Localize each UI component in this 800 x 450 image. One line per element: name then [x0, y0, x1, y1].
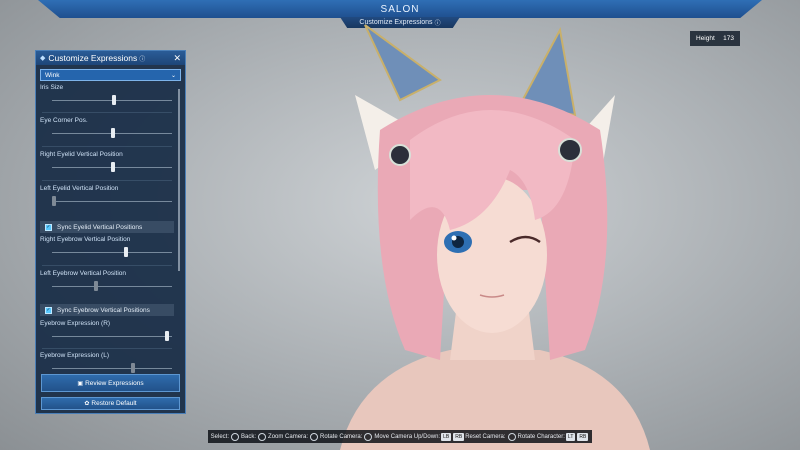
slider-track[interactable] [52, 252, 172, 253]
slider-right-eyebrow-vertical-position[interactable]: Right Eyebrow Vertical Position [40, 236, 178, 266]
controls-bar: Select: Back: Zoom Camera: Rotate Camera… [208, 430, 592, 443]
customize-panel: ◆ Customize Expressions ⓘ ✕ Wink ⌄ Iris … [35, 50, 186, 414]
slider-label: Right Eyebrow Vertical Position [40, 236, 131, 243]
hair-flower-right [558, 138, 582, 162]
slider-label: Eyebrow Expression (L) [40, 352, 109, 359]
expression-dropdown[interactable]: Wink ⌄ [40, 69, 181, 81]
control-zoom-label: Zoom Camera: [268, 433, 309, 440]
height-value: 173 [723, 35, 734, 42]
gem-icon: ◆ [40, 55, 46, 62]
slider-track[interactable] [52, 336, 172, 337]
divider [42, 180, 172, 181]
divider [42, 265, 172, 266]
slider-left-eyebrow-vertical-position[interactable]: Left Eyebrow Vertical Position [40, 270, 178, 300]
slider-thumb[interactable] [112, 95, 117, 105]
sync-eyelid-checkbox[interactable]: ✓ [45, 223, 52, 231]
trigger-key-icon: LB [441, 432, 452, 441]
screen-title: SALON [380, 3, 420, 15]
height-badge: Height 173 [690, 31, 740, 46]
review-expressions-button[interactable]: ▣ Review Expressions [41, 374, 180, 392]
right-stick-icon [310, 432, 319, 441]
character-preview[interactable] [330, 20, 660, 450]
button-b-icon [258, 432, 267, 441]
slider-thumb[interactable] [164, 331, 169, 341]
panel-header: ◆ Customize Expressions ⓘ ✕ [36, 51, 185, 65]
slider-label: Left Eyelid Vertical Position [40, 185, 119, 192]
slider-label: Left Eyebrow Vertical Position [40, 270, 126, 277]
divider [42, 348, 172, 349]
review-expressions-label: Review Expressions [85, 379, 144, 387]
slider-thumb[interactable] [111, 128, 116, 138]
slider-left-eyelid-vertical-position[interactable]: Left Eyelid Vertical Position [40, 185, 178, 215]
slider-iris-size[interactable]: Iris Size [40, 84, 178, 114]
sync-eyebrow-label: Sync Eyebrow Vertical Positions [57, 306, 150, 314]
review-icon: ▣ [77, 380, 84, 387]
slider-track[interactable] [52, 286, 172, 287]
right-stick-rotate-icon [364, 432, 373, 441]
slider-eye-corner-pos[interactable]: Eye Corner Pos. [40, 117, 178, 147]
slider-thumb[interactable] [52, 196, 56, 206]
slider-thumb[interactable] [130, 363, 135, 373]
chevron-down-icon: ⌄ [170, 72, 176, 79]
info-icon: ⓘ [139, 56, 146, 63]
panel-title: Customize Expressions [48, 53, 138, 63]
divider [42, 146, 172, 147]
top-banner: SALON [38, 0, 762, 18]
button-a-icon [231, 432, 240, 441]
slider-label: Eyebrow Expression (R) [40, 320, 111, 327]
right-stick-press-icon [507, 432, 516, 441]
sync-eyebrow-checkbox[interactable]: ✓ [45, 306, 52, 314]
slider-eyebrow-expression-r[interactable]: Eyebrow Expression (R) [40, 320, 178, 350]
sync-eyebrow-toggle[interactable]: ✓ Sync Eyebrow Vertical Positions [40, 304, 174, 316]
panel-scrollbar[interactable] [178, 89, 180, 271]
height-label: Height [696, 35, 715, 42]
trigger-key-icon: LT [565, 432, 576, 441]
trigger-key-icon: RB [577, 432, 589, 441]
expression-dropdown-value: Wink [45, 71, 60, 79]
control-rotate-label: Rotate Camera: [320, 433, 363, 440]
divider [42, 112, 172, 113]
slider-list[interactable]: Iris Size Eye Corner Pos. Right Eyelid V… [36, 84, 182, 418]
slider-label: Eye Corner Pos. [40, 117, 88, 124]
trigger-key-icon: RB [453, 432, 465, 441]
hair-flower-left [389, 144, 411, 166]
restore-default-label: Restore Default [91, 400, 137, 407]
slider-thumb[interactable] [111, 162, 116, 172]
control-rotate-char-label: Rotate Character: [517, 433, 565, 440]
control-back-label: Back: [241, 433, 257, 440]
slider-right-eyelid-vertical-position[interactable]: Right Eyelid Vertical Position [40, 151, 178, 181]
sync-eyelid-label: Sync Eyelid Vertical Positions [57, 223, 143, 231]
sync-eyelid-toggle[interactable]: ✓ Sync Eyelid Vertical Positions [40, 221, 174, 233]
slider-track[interactable] [52, 201, 172, 202]
close-icon[interactable]: ✕ [173, 53, 181, 64]
slider-track[interactable] [52, 368, 172, 369]
slider-label: Iris Size [40, 84, 64, 91]
slider-thumb[interactable] [93, 281, 98, 291]
slider-label: Right Eyelid Vertical Position [40, 151, 123, 158]
restore-default-button[interactable]: ✿ Restore Default [41, 397, 180, 410]
control-select-label: Select: [210, 433, 230, 440]
control-move-label: Move Camera Up/Down: [374, 433, 441, 440]
ribbon-ear-left [364, 24, 442, 102]
slider-thumb[interactable] [123, 247, 128, 257]
restore-icon: ✿ [84, 401, 90, 407]
control-reset-label: Reset Camera: [465, 433, 506, 440]
